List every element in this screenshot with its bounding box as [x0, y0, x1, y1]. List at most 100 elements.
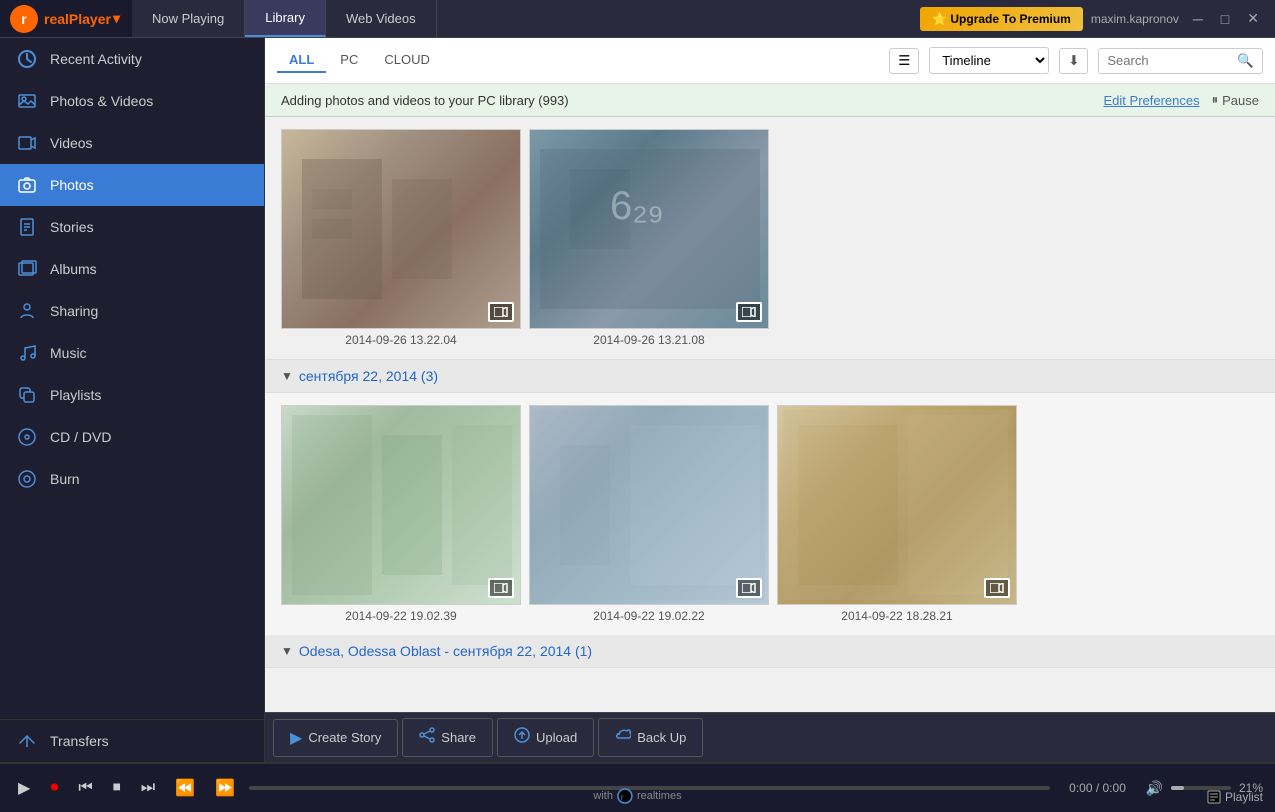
photos-videos-icon — [16, 90, 38, 112]
sidebar-item-videos[interactable]: Videos — [0, 122, 264, 164]
playlists-label: Playlists — [50, 387, 101, 403]
content-scroll[interactable]: Adding photos and videos to your PC libr… — [265, 84, 1275, 712]
sidebar-item-photos-videos[interactable]: Photos & Videos — [0, 80, 264, 122]
cd-dvd-label: CD / DVD — [50, 429, 111, 445]
list-item[interactable]: 2014-09-22 19.02.39 — [281, 405, 521, 623]
photo-date: 2014-09-22 19.02.22 — [593, 609, 704, 623]
app-name: realPlayer — [44, 11, 111, 27]
camera-icon — [16, 174, 38, 196]
timeline-select[interactable]: Timeline — [929, 47, 1049, 74]
hamburger-icon: ☰ — [898, 53, 910, 68]
tab-web-videos[interactable]: Web Videos — [326, 0, 437, 37]
search-box: 🔍 — [1098, 48, 1263, 74]
sidebar-item-sharing[interactable]: Sharing — [0, 290, 264, 332]
playlist-button[interactable]: Playlist — [1207, 790, 1263, 804]
sidebar-item-stories[interactable]: Stories — [0, 206, 264, 248]
photo-grid-sep22: 2014-09-22 19.02.39 — [265, 393, 1275, 635]
transfers-label: Transfers — [50, 733, 109, 749]
svg-text:r: r — [621, 793, 624, 802]
videos-label: Videos — [50, 135, 93, 151]
maximize-button[interactable]: □ — [1215, 8, 1235, 29]
filter-all[interactable]: ALL — [277, 48, 326, 73]
sidebar-item-transfers[interactable]: Transfers — [0, 720, 264, 762]
filter-cloud[interactable]: CLOUD — [372, 48, 442, 73]
upload-button[interactable]: Upload — [497, 718, 594, 757]
video-indicator-icon — [488, 302, 514, 322]
list-item[interactable]: 2014-09-22 18.28.21 — [777, 405, 1017, 623]
photo-thumbnail[interactable] — [529, 405, 769, 605]
search-button[interactable]: 🔍 — [1237, 53, 1254, 69]
stop-button[interactable]: ⏹ — [107, 777, 127, 799]
pause-button[interactable]: ⏸ Pause — [1212, 92, 1259, 108]
title-bar-right: ⭐ Upgrade To Premium maxim.kapronov ─ □ … — [910, 7, 1275, 31]
list-item[interactable]: 2014-09-22 19.02.22 — [529, 405, 769, 623]
list-item[interactable]: 2014-09-26 13.22.04 — [281, 129, 521, 347]
minimize-button[interactable]: ─ — [1187, 8, 1209, 29]
content-toolbar: ALL PC CLOUD ☰ Timeline ⬇ — [265, 38, 1275, 84]
backup-icon — [615, 727, 631, 748]
sidebar-item-playlists[interactable]: Playlists — [0, 374, 264, 416]
sharing-label: Sharing — [50, 303, 98, 319]
sidebar-item-albums[interactable]: Albums — [0, 248, 264, 290]
photo-thumbnail[interactable] — [777, 405, 1017, 605]
cd-dvd-icon — [16, 426, 38, 448]
collapse-icon: ▼ — [281, 644, 293, 658]
sidebar-transfers: Transfers — [0, 719, 264, 762]
recent-activity-label: Recent Activity — [50, 51, 142, 67]
window-controls: ─ □ ✕ — [1187, 8, 1265, 29]
sidebar-item-music[interactable]: Music — [0, 332, 264, 374]
svg-text:6₂₉: 6₂₉ — [610, 184, 664, 228]
add-banner: Adding photos and videos to your PC libr… — [265, 84, 1275, 117]
download-button[interactable]: ⬇ — [1059, 48, 1088, 74]
next-button[interactable]: ⏭ — [135, 777, 161, 799]
video-indicator-icon — [488, 578, 514, 598]
fast-forward-button[interactable]: ⏩ — [209, 776, 241, 800]
realtimes-logo: with r realtimes — [593, 788, 681, 804]
list-item[interactable]: 6₂₉ 2014-09-26 13.21.08 — [529, 129, 769, 347]
tab-library[interactable]: Library — [245, 0, 326, 37]
sidebar-item-photos[interactable]: Photos — [0, 164, 264, 206]
search-input[interactable] — [1107, 53, 1237, 68]
group-header-odesa[interactable]: ▼ Odesa, Odessa Oblast - сентября 22, 20… — [265, 635, 1275, 668]
create-story-icon: ▶ — [290, 728, 302, 748]
player-bar: ▶ ⏺ ⏮ ⏹ ⏭ ⏪ ⏩ 0:00 / 0:00 🔊 21% with r r… — [0, 762, 1275, 812]
albums-label: Albums — [50, 261, 97, 277]
group-header-sep22[interactable]: ▼ сентября 22, 2014 (3) — [265, 360, 1275, 393]
search-icon: 🔍 — [1237, 53, 1254, 68]
group-header-label: сентября 22, 2014 (3) — [299, 368, 438, 384]
tab-now-playing[interactable]: Now Playing — [132, 0, 245, 37]
play-button[interactable]: ▶ — [12, 776, 36, 800]
menu-button[interactable]: ☰ — [889, 48, 919, 74]
music-label: Music — [50, 345, 87, 361]
backup-button[interactable]: Back Up — [598, 718, 703, 757]
sidebar: Recent Activity Photos & Videos Videos — [0, 38, 265, 762]
rewind-button[interactable]: ⏪ — [169, 776, 201, 800]
photo-thumbnail[interactable]: 6₂₉ — [529, 129, 769, 329]
filter-pc[interactable]: PC — [328, 48, 370, 73]
albums-icon — [16, 258, 38, 280]
photo-thumbnail[interactable] — [281, 405, 521, 605]
edit-preferences-link[interactable]: Edit Preferences — [1104, 93, 1200, 108]
sidebar-item-recent-activity[interactable]: Recent Activity — [0, 38, 264, 80]
photo-thumbnail[interactable] — [281, 129, 521, 329]
stories-label: Stories — [50, 219, 94, 235]
create-story-button[interactable]: ▶ Create Story — [273, 719, 398, 757]
sidebar-item-cd-dvd[interactable]: CD / DVD — [0, 416, 264, 458]
pause-icon: ⏸ — [1212, 92, 1219, 108]
video-indicator-icon — [736, 302, 762, 322]
record-button[interactable]: ⏺ — [44, 777, 64, 799]
volume-icon: 🔊 — [1146, 780, 1163, 797]
logo-dropdown-icon[interactable]: ▾ — [111, 10, 122, 27]
logo-icon: r — [10, 5, 38, 33]
group-header-label: Odesa, Odessa Oblast - сентября 22, 2014… — [299, 643, 592, 659]
filter-tabs: ALL PC CLOUD — [277, 48, 442, 73]
music-icon — [16, 342, 38, 364]
video-indicator-icon — [736, 578, 762, 598]
share-button[interactable]: Share — [402, 718, 493, 757]
sidebar-item-burn[interactable]: Burn — [0, 458, 264, 500]
upgrade-button[interactable]: ⭐ Upgrade To Premium — [920, 7, 1083, 31]
video-icon — [16, 132, 38, 154]
prev-button[interactable]: ⏮ — [72, 777, 98, 799]
top-photo-grid: 2014-09-26 13.22.04 6₂₉ — [265, 117, 1275, 360]
close-button[interactable]: ✕ — [1241, 8, 1265, 29]
